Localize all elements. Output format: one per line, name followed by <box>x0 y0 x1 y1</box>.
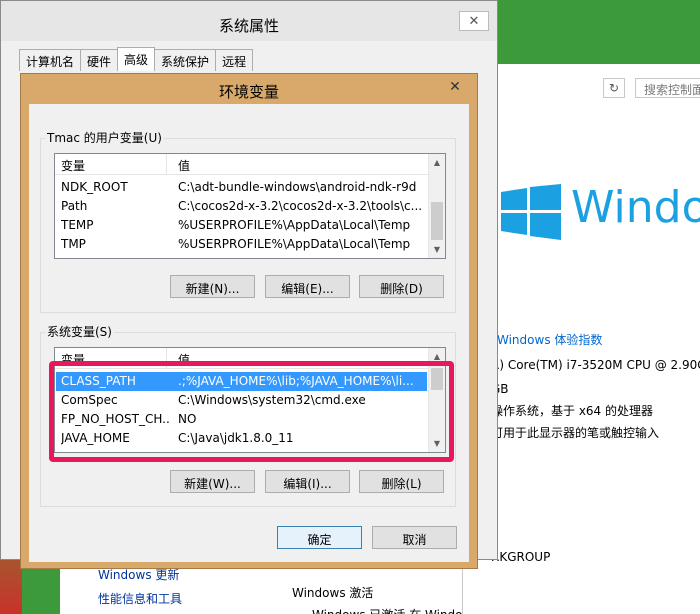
dialog-title: 环境变量 <box>218 83 279 101</box>
variable-value: %USERPROFILE%\AppData\Local\Temp <box>178 218 411 232</box>
table-row[interactable]: FP_NO_HOST_CH... NO <box>56 410 429 429</box>
table-row[interactable]: NDK_ROOT C:\adt-bundle-windows\android-n… <box>56 178 429 197</box>
column-header-variable[interactable]: 变量 <box>61 351 85 368</box>
close-icon[interactable]: ✕ <box>459 11 489 31</box>
environment-variables-dialog: 环境变量 ✕ Tmac 的用户变量(U) 变量 值 NDK_ROOT C:\ad… <box>20 73 478 569</box>
table-row[interactable]: TEMP %USERPROFILE%\AppData\Local\Temp <box>56 216 429 235</box>
system-variables-label: 系统变量(S) <box>45 323 114 340</box>
user-variables-label: Tmac 的用户变量(U) <box>45 129 164 146</box>
pen-info: 可用于此显示器的笔或触控输入 <box>491 426 660 440</box>
variable-value: NO <box>178 412 197 426</box>
os-type-info: 操作系统，基于 x64 的处理器 <box>491 404 654 418</box>
variable-name: CLASS_PATH <box>61 374 136 388</box>
system-delete-button[interactable]: 删除(L) <box>359 470 444 493</box>
tab-hardware[interactable]: 硬件 <box>80 49 119 71</box>
cancel-button[interactable]: 取消 <box>372 526 457 549</box>
refresh-icon[interactable]: ↻ <box>603 78 625 98</box>
windows-logo-text: Windo <box>571 182 700 233</box>
vertical-scrollbar[interactable]: ▲ ▼ <box>428 348 445 452</box>
tab-system-protection[interactable]: 系统保护 <box>154 49 217 71</box>
table-row[interactable]: ComSpec C:\Windows\system32\cmd.exe <box>56 391 429 410</box>
activation-status: Windows 已激活 在 Windows 激活中查看详细信息 <box>312 606 462 614</box>
variable-value: .;%JAVA_HOME%\lib;%JAVA_HOME%\li... <box>178 374 414 388</box>
tab-computer-name[interactable]: 计算机名 <box>19 49 82 71</box>
workgroup-info: RKGROUP <box>491 550 551 564</box>
windows-logo-icon <box>501 184 561 240</box>
variable-name: ComSpec <box>61 393 118 407</box>
tab-remote[interactable]: 远程 <box>215 49 254 71</box>
table-row[interactable]: Path C:\cocos2d-x-3.2\cocos2d-x-3.2\tool… <box>56 197 429 216</box>
user-new-button[interactable]: 新建(N)... <box>170 275 255 298</box>
variable-value: C:\Java\jdk1.8.0_11 <box>178 431 294 445</box>
column-header-value[interactable]: 值 <box>178 351 190 368</box>
system-properties-tabs: 计算机名 硬件 高级 系统保护 远程 <box>19 47 254 71</box>
scrollbar-thumb[interactable] <box>431 202 443 240</box>
list-header: 变量 值 <box>55 348 445 369</box>
system-edit-button[interactable]: 编辑(I)... <box>265 470 350 493</box>
scroll-up-icon[interactable]: ▲ <box>429 348 445 365</box>
variable-name: JAVA_HOME <box>61 431 130 445</box>
tab-advanced[interactable]: 高级 <box>117 47 156 71</box>
close-icon[interactable]: ✕ <box>435 76 475 98</box>
scrollbar-thumb[interactable] <box>431 368 443 390</box>
variable-name: Path <box>61 199 88 213</box>
dialog-body: Tmac 的用户变量(U) 变量 值 NDK_ROOT C:\adt-bundl… <box>29 104 469 562</box>
system-variables-list[interactable]: 变量 值 CLASS_PATH .;%JAVA_HOME%\lib;%JAVA_… <box>54 347 446 453</box>
column-header-value[interactable]: 值 <box>178 157 190 174</box>
variable-name: NDK_ROOT <box>61 180 128 194</box>
system-properties-title: 系统属性 <box>1 1 497 41</box>
list-header: 变量 值 <box>55 154 445 175</box>
ok-button[interactable]: 确定 <box>277 526 362 549</box>
variable-value: C:\adt-bundle-windows\android-ndk-r9d <box>178 180 417 194</box>
cpu-info: R) Core(TM) i7-3520M CPU @ 2.90G <box>491 358 700 372</box>
variable-name: TEMP <box>61 218 94 232</box>
table-row[interactable]: JAVA_HOME C:\Java\jdk1.8.0_11 <box>56 429 429 448</box>
scroll-down-icon[interactable]: ▼ <box>429 435 445 452</box>
experience-index-link[interactable]: Windows 体验指数 <box>497 331 602 348</box>
column-header-variable[interactable]: 变量 <box>61 157 85 174</box>
variable-value: %USERPROFILE%\AppData\Local\Temp <box>178 237 411 251</box>
table-row-selected[interactable]: CLASS_PATH .;%JAVA_HOME%\lib;%JAVA_HOME%… <box>56 372 427 391</box>
variable-name: FP_NO_HOST_CH... <box>61 412 169 426</box>
user-edit-button[interactable]: 编辑(E)... <box>265 275 350 298</box>
user-variables-list[interactable]: 变量 值 NDK_ROOT C:\adt-bundle-windows\andr… <box>54 153 446 259</box>
activation-heading: Windows 激活 <box>292 586 374 600</box>
search-input[interactable]: 搜索控制面 <box>635 78 700 98</box>
perf-tools-link[interactable]: 性能信息和工具 <box>98 590 182 607</box>
column-divider <box>166 154 167 175</box>
variable-value: C:\Windows\system32\cmd.exe <box>178 393 366 407</box>
variable-value: C:\cocos2d-x-3.2\cocos2d-x-3.2\tools\c..… <box>178 199 423 213</box>
control-panel-toolbar: ↻ 搜索控制面 <box>463 64 700 108</box>
column-divider <box>166 348 167 369</box>
user-delete-button[interactable]: 删除(D) <box>359 275 444 298</box>
table-row[interactable]: TMP %USERPROFILE%\AppData\Local\Temp <box>56 235 429 254</box>
scroll-down-icon[interactable]: ▼ <box>429 241 445 258</box>
vertical-scrollbar[interactable]: ▲ ▼ <box>428 154 445 258</box>
variable-name: TMP <box>61 237 86 251</box>
scroll-up-icon[interactable]: ▲ <box>429 154 445 171</box>
system-new-button[interactable]: 新建(W)... <box>170 470 255 493</box>
